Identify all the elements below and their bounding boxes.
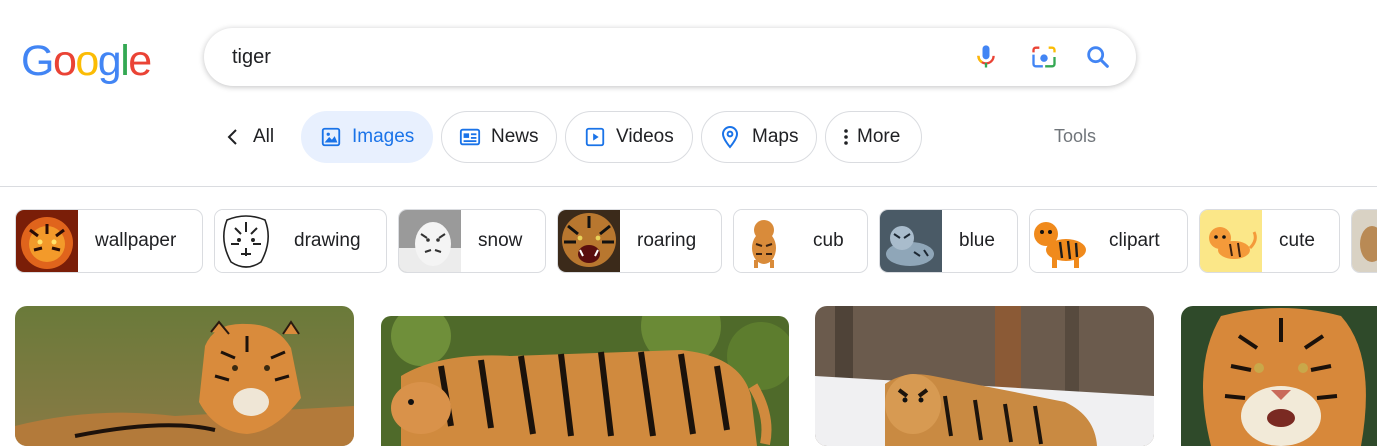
chip-label: cute xyxy=(1279,230,1315,251)
chip-thumbnail xyxy=(16,210,78,272)
chip-label: clipart xyxy=(1109,230,1160,251)
chip-label: cub xyxy=(813,230,844,251)
lens-camera-icon[interactable] xyxy=(1030,43,1058,71)
chip-snow[interactable]: snow xyxy=(398,209,546,273)
chip-label: wallpaper xyxy=(95,230,177,251)
logo-letter: g xyxy=(97,37,122,85)
logo-letter: e xyxy=(128,37,152,85)
google-logo[interactable]: Google xyxy=(21,36,152,86)
video-icon xyxy=(584,126,606,148)
chip-label: roaring xyxy=(637,230,697,251)
chip-label: drawing xyxy=(294,230,361,251)
search-box xyxy=(204,28,1136,86)
chip-thumbnail xyxy=(1030,210,1092,272)
search-input[interactable] xyxy=(232,42,952,72)
tab-label: More xyxy=(857,126,901,147)
chevron-left-icon xyxy=(225,127,241,147)
tab-images[interactable]: Images xyxy=(301,111,433,163)
chip-thumbnail xyxy=(880,210,942,272)
tiger-image xyxy=(15,306,354,446)
news-icon xyxy=(459,126,481,148)
image-icon xyxy=(320,126,342,148)
mic-icon[interactable] xyxy=(972,43,1000,71)
chip-thumbnail xyxy=(215,210,277,272)
tab-label: Maps xyxy=(752,126,799,147)
chip-thumbnail xyxy=(399,210,461,272)
image-result[interactable] xyxy=(15,306,354,446)
tools-button[interactable]: Tools xyxy=(1054,126,1096,147)
tab-maps[interactable]: Maps xyxy=(701,111,817,163)
map-pin-icon xyxy=(720,125,740,149)
image-result[interactable] xyxy=(815,306,1154,446)
chip-cub[interactable]: cub xyxy=(733,209,868,273)
header-divider xyxy=(0,186,1377,187)
tab-label: News xyxy=(491,126,539,147)
logo-letter: o xyxy=(52,37,77,85)
chip-wallpaper[interactable]: wallpaper xyxy=(15,209,203,273)
chip-thumbnail xyxy=(734,210,796,272)
image-result[interactable] xyxy=(1181,306,1377,446)
chip-blue[interactable]: blue xyxy=(879,209,1018,273)
tab-all[interactable]: All xyxy=(214,111,292,163)
tab-label: Videos xyxy=(616,126,674,147)
chip-label: blue xyxy=(959,230,995,251)
tab-more[interactable]: More xyxy=(825,111,922,163)
tab-videos[interactable]: Videos xyxy=(565,111,693,163)
logo-letter: G xyxy=(21,37,54,85)
chip-thumbnail xyxy=(1200,210,1262,272)
tab-label: All xyxy=(253,126,275,147)
chip-thumbnail xyxy=(1352,210,1377,272)
image-result[interactable] xyxy=(381,316,789,446)
logo-letter: l xyxy=(120,37,130,85)
tiger-image xyxy=(815,306,1154,446)
chip-thumbnail xyxy=(558,210,620,272)
chip-label: snow xyxy=(478,230,523,251)
chip-cute[interactable]: cute xyxy=(1199,209,1340,273)
tab-label: Images xyxy=(352,126,415,147)
tiger-image xyxy=(381,316,789,446)
logo-letter: o xyxy=(75,37,99,85)
tiger-image xyxy=(1181,306,1377,446)
chip-roaring[interactable]: roaring xyxy=(557,209,722,273)
chip-clipart[interactable]: clipart xyxy=(1029,209,1188,273)
related-searches-chips: wallpaper drawing snow roaring cub blue … xyxy=(0,209,1377,275)
search-icon[interactable] xyxy=(1084,43,1112,71)
image-results-grid xyxy=(0,305,1377,446)
chip-partial[interactable] xyxy=(1351,209,1377,273)
chip-drawing[interactable]: drawing xyxy=(214,209,387,273)
vertical-dots-icon xyxy=(843,127,849,147)
tab-news[interactable]: News xyxy=(441,111,557,163)
search-tabs: All Images News Videos Maps More xyxy=(0,111,1377,165)
